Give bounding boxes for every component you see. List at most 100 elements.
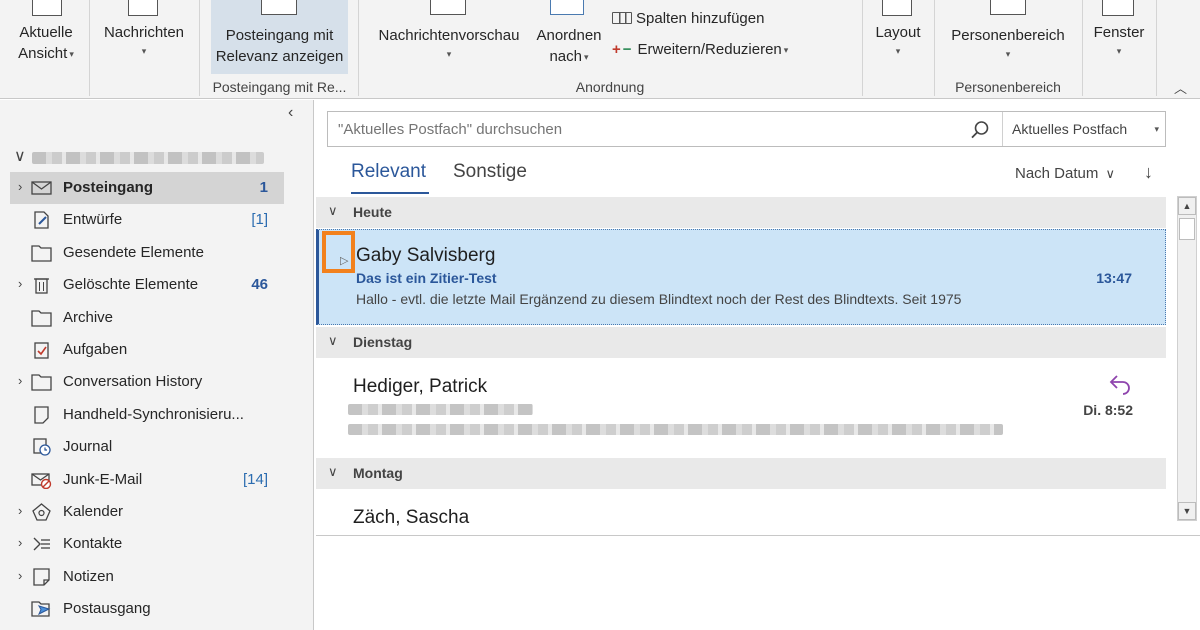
add-columns-label: Spalten hinzufügen	[636, 10, 765, 27]
chevron-right-icon[interactable]: ›	[18, 535, 22, 550]
contacts-icon	[31, 535, 52, 553]
layout-label: Layout	[875, 24, 921, 41]
layout-icon	[882, 0, 912, 16]
window-button[interactable]: Fenster ▾	[1088, 0, 1150, 57]
message-time: 13:47	[1096, 270, 1132, 286]
tasks-icon	[31, 341, 52, 359]
focused-inbox-label-1: Posteingang mit	[225, 27, 334, 44]
add-columns-icon	[612, 12, 632, 24]
arrange-by-button[interactable]: Anordnen nach ▾	[530, 0, 608, 68]
ribbon-separator	[934, 0, 935, 96]
message-sender: Gaby Salvisberg	[356, 245, 496, 266]
chevron-right-icon[interactable]: ›	[18, 568, 22, 583]
folder-pane: ‹ ∨ › Posteingang 1 Entwürfe [1] Gesendete El…	[0, 100, 314, 630]
chevron-right-icon[interactable]: ›	[18, 276, 22, 291]
sidebar-item[interactable]: Postausgang	[10, 593, 284, 625]
sidebar-item[interactable]: Archive	[10, 302, 284, 334]
people-pane-icon	[990, 0, 1026, 15]
ribbon-separator	[1082, 0, 1083, 96]
people-pane-group-label: Personenbereich	[955, 79, 1061, 95]
people-pane-button[interactable]: Personenbereich ▾	[940, 0, 1076, 60]
show-focused-inbox-button[interactable]: Posteingang mit Relevanz anzeigen	[211, 0, 348, 67]
sidebar-item[interactable]: Gesendete Elemente	[10, 237, 284, 269]
sort-by-dropdown[interactable]: Nach Datum ∨	[1015, 165, 1115, 182]
view-icon	[32, 0, 62, 16]
tab-focused[interactable]: Relevant	[351, 161, 426, 183]
sidebar-item[interactable]: › Notizen	[10, 561, 284, 593]
chevron-right-icon[interactable]: ›	[18, 503, 22, 518]
sidebar-item[interactable]: Entwürfe [1]	[10, 204, 284, 236]
ribbon: Aktuelle Ansicht ▾ Nachrichten ▾ Posteing…	[0, 0, 1200, 99]
sidebar-item[interactable]: Aufgaben	[10, 334, 284, 366]
arrangement-group-label: Anordnung	[575, 79, 645, 95]
group-label-tuesday: Dienstag	[353, 334, 413, 350]
scroll-up-icon[interactable]: ▲	[1178, 197, 1196, 215]
scroll-down-icon[interactable]: ▼	[1178, 502, 1196, 520]
search-scope-dropdown[interactable]: Aktuelles Postfach ▾	[1002, 112, 1167, 146]
expand-collapse-minus-icon: −	[622, 41, 632, 58]
sidebar-item-label: Junk-E-Mail	[63, 470, 143, 488]
message-list-scrollbar[interactable]: ▲ ▼	[1177, 196, 1197, 521]
layout-button[interactable]: Layout ▾	[868, 0, 928, 57]
message-preview: Hallo - evtl. die letzte Mail Ergänzend …	[356, 291, 962, 307]
current-view-button[interactable]: Aktuelle Ansicht ▾	[8, 0, 84, 65]
notes-icon	[31, 568, 52, 586]
ribbon-separator	[199, 0, 200, 96]
sidebar-item[interactable]: › Conversation History	[10, 366, 284, 398]
expand-collapse-button[interactable]: + − Erweitern/Reduzieren ▾	[612, 41, 788, 58]
sidebar-item[interactable]: Handheld-Synchronisieru...	[10, 399, 284, 431]
chevron-down-icon: ▾	[895, 46, 901, 56]
search-box[interactable]: Aktuelles Postfach ▾	[327, 111, 1166, 147]
message-item-selected[interactable]: ▷ Gaby Salvisberg Das ist ein Zitier-Tes…	[316, 229, 1166, 325]
message-sender: Hediger, Patrick	[353, 376, 488, 397]
messages-button[interactable]: Nachrichten ▾	[96, 0, 192, 57]
inbox-icon	[31, 179, 52, 197]
message-item[interactable]: Zäch, Sascha	[316, 490, 1166, 526]
chevron-right-icon[interactable]: ›	[18, 373, 22, 388]
sidebar-item[interactable]: › Kontakte	[10, 528, 284, 560]
folder-icon	[31, 373, 52, 392]
inbox-tray-icon	[261, 0, 297, 15]
expand-collapse-icon: +	[612, 41, 621, 58]
sidebar-item-label: Kontakte	[63, 535, 123, 553]
chevron-down-icon: ∨	[328, 464, 338, 479]
group-header-tuesday[interactable]: ∨ Dienstag	[316, 327, 1166, 358]
message-item[interactable]: Hediger, Patrick Di. 8:52	[316, 359, 1166, 456]
message-preview-label: Nachrichtenvorschau	[378, 27, 520, 44]
chevron-down-icon: ▾	[141, 46, 147, 56]
search-icon[interactable]	[970, 120, 990, 140]
sidebar-item[interactable]: › Kalender	[10, 496, 284, 528]
chevron-right-icon[interactable]: ›	[18, 179, 22, 194]
message-preview-button[interactable]: Nachrichtenvorschau ▾	[368, 0, 530, 60]
account-header[interactable]: ∨	[12, 148, 282, 168]
search-input[interactable]	[338, 119, 958, 139]
sidebar-item[interactable]: Junk-E-Mail [14]	[10, 464, 284, 496]
group-label-monday: Montag	[353, 465, 403, 481]
message-subject-redacted	[348, 404, 533, 415]
sidebar-item-label: Conversation History	[63, 373, 203, 391]
add-columns-button[interactable]: Spalten hinzufügen	[612, 10, 764, 27]
message-preview-redacted	[348, 424, 1003, 435]
highlight-marker	[322, 231, 355, 273]
sort-direction-button[interactable]: ↓	[1144, 162, 1153, 183]
ribbon-separator	[862, 0, 863, 96]
folder-icon	[31, 309, 52, 327]
chevron-down-icon: ∨	[1105, 166, 1116, 181]
sidebar-item[interactable]: Journal	[10, 431, 284, 463]
collapse-ribbon-icon[interactable]: ︿	[1174, 78, 1187, 97]
tab-other[interactable]: Sonstige	[453, 161, 527, 183]
group-header-today[interactable]: ∨ Heute	[316, 197, 1166, 228]
sidebar-item[interactable]: › Gelöschte Elemente 46	[10, 269, 284, 301]
sidebar-item-label: Handheld-Synchronisieru...	[63, 405, 244, 423]
group-header-monday[interactable]: ∨ Montag	[316, 458, 1166, 489]
collapse-folder-pane-icon[interactable]: ‹	[288, 104, 293, 122]
chevron-down-icon: ▾	[783, 44, 789, 55]
sidebar-item-label: Aufgaben	[63, 341, 128, 358]
ribbon-separator	[358, 0, 359, 96]
chevron-down-icon: ▾	[446, 49, 452, 59]
sidebar-item[interactable]: › Posteingang 1	[10, 172, 284, 204]
scrollbar-thumb[interactable]	[1179, 218, 1195, 240]
sidebar-item-label: Postausgang	[63, 600, 151, 618]
current-view-label-1: Aktuelle	[19, 24, 73, 41]
unread-count-badge: 46	[251, 276, 268, 294]
